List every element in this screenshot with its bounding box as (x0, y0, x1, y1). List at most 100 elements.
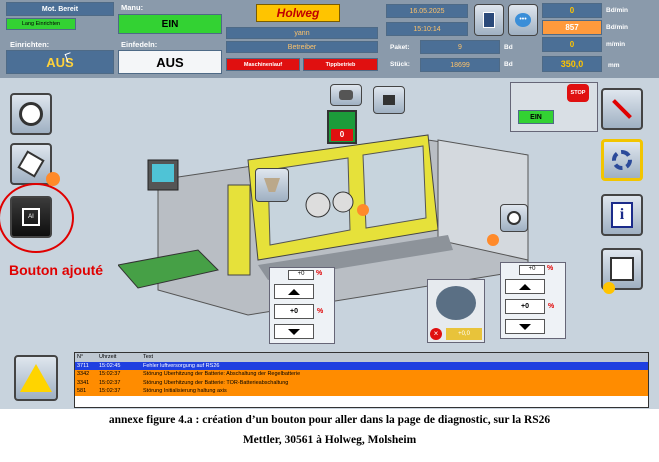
alarm-time: 15:02:37 (99, 371, 121, 378)
left-stepper-center-value: +0 (290, 308, 298, 315)
role-name: Betreiber (287, 43, 317, 51)
einrichten-label: Einrichten: (10, 40, 50, 49)
stueck-field: 18699 (420, 58, 500, 72)
clipboard-button[interactable] (474, 4, 504, 36)
lang-einrichten-label: Lang Einrichten (21, 21, 61, 27)
user-name: yann (294, 29, 310, 37)
date-field: 16.05.2025 (386, 4, 468, 18)
stueck-value: 18699 (450, 61, 470, 69)
highlight-circle (0, 183, 74, 253)
alarm-text: Störung Überhitzung der Batterie: TOR-Ba… (143, 379, 289, 386)
start-stop-switch[interactable]: 0 (327, 110, 357, 144)
flag-button[interactable] (373, 86, 405, 114)
role-field: Betreiber (226, 41, 378, 53)
motor-icon (339, 90, 353, 100)
down-arrow-icon (288, 328, 300, 335)
paket-unit: Bd (504, 44, 513, 51)
wrench-icon (17, 150, 45, 178)
caption-line-1: annexe figure 4.a : création d’un bouton… (108, 414, 551, 426)
alarm-text: Störung Überhitzung der Batterie: Abscha… (143, 371, 301, 378)
alarm-no: 3341 (77, 379, 90, 386)
right-stepper-down-button[interactable] (505, 319, 545, 334)
left-stepper-center[interactable]: +0 (274, 304, 314, 319)
up-arrow-icon (288, 288, 300, 295)
down-arrow-icon (519, 323, 531, 330)
rate1-field: 0 (542, 3, 602, 18)
motor-button[interactable] (330, 84, 362, 106)
dial-button[interactable] (500, 204, 528, 232)
alarm-no: 3711 (77, 362, 89, 369)
manu-label: Manu: (121, 3, 144, 12)
reel-icon (19, 102, 43, 126)
tippbetrieb-button[interactable]: Tippbetrieb (303, 58, 378, 71)
alarm-time: 15:02:37 (99, 379, 121, 386)
table-row[interactable]: 3711 15:02:45 Fehler luftversorgung auf … (75, 361, 648, 370)
info-button[interactable]: i (601, 194, 643, 236)
funnel-icon (264, 178, 280, 192)
alarm-header-no: N° (77, 354, 84, 361)
left-stepper-value: +0 (288, 270, 314, 280)
maschinenlauf-button[interactable]: Maschinenlauf (226, 58, 300, 71)
added-button-annotation: Bouton ajouté (9, 262, 104, 278)
time-field: 15:10:14 (386, 22, 468, 36)
clipboard-icon (483, 12, 495, 28)
alarm-button[interactable] (14, 355, 58, 401)
up-arrow-icon (519, 283, 531, 290)
einfedeln-value: AUS (156, 54, 184, 70)
chat-button[interactable]: ••• (508, 4, 538, 36)
chat-icon: ••• (515, 13, 531, 27)
left-stepper-up-button[interactable] (274, 284, 314, 299)
holweg-logo: Holweg (256, 4, 340, 22)
rate1-value: 0 (569, 6, 575, 15)
reel-button[interactable] (10, 93, 52, 135)
tools-button[interactable] (601, 88, 643, 130)
right-stepper-center[interactable]: +0 (505, 299, 545, 314)
table-row[interactable]: 3342 15:02:37 Störung Überhitzung der Ba… (75, 370, 648, 379)
rate3-field: 0 (542, 37, 602, 52)
red-value: 0 (331, 129, 353, 141)
table-row[interactable]: 581 15:02:37 Störung Initialisierung hal… (75, 387, 648, 396)
right-stepper-center-value: +0 (521, 303, 529, 310)
rate2-field: 857 (542, 20, 602, 35)
mot-bereit-label: Mot. Bereit (41, 5, 79, 13)
lock-badge-icon (603, 282, 615, 294)
mot-bereit-indicator: Mot. Bereit (6, 2, 114, 16)
right-stepper-up-button[interactable] (505, 279, 545, 294)
lang-einrichten-button[interactable]: Lang Einrichten (6, 18, 76, 30)
left-stepper-down-button[interactable] (274, 324, 314, 339)
alarm-no: 581 (77, 388, 87, 395)
rate2-value: 857 (565, 23, 579, 32)
alarm-time: 15:02:37 (99, 388, 121, 395)
right-stepper: +0 % +0 % (500, 262, 566, 339)
table-row[interactable]: 3341 15:02:37 Störung Überhitzung der Ba… (75, 378, 648, 387)
manu-button[interactable]: EIN (118, 14, 222, 34)
alarm-header-text: Text (143, 354, 154, 361)
settings-button[interactable] (601, 139, 643, 181)
info-icon: i (611, 202, 633, 228)
stueck-label: Stück: (390, 61, 410, 68)
einfedeln-button[interactable]: AUS (118, 50, 222, 74)
paket-field: 9 (420, 40, 500, 54)
valve-panel[interactable]: × +0,0 (427, 279, 485, 343)
funnel-button[interactable] (255, 168, 289, 202)
ein-button[interactable]: EIN (518, 110, 554, 124)
date-value: 16.05.2025 (409, 7, 445, 15)
close-icon: × (430, 328, 442, 340)
stueck-unit: Bd (504, 61, 513, 68)
caption-line-2: Mettler, 30561 à Holweg, Molsheim (242, 434, 417, 446)
left-stepper-unit: % (316, 270, 323, 277)
flag-icon (383, 95, 395, 105)
alarm-header-time: Uhrzeit (99, 354, 117, 361)
alarm-time: 15:02:45 (99, 362, 121, 369)
manu-value: EIN (161, 18, 179, 30)
paket-label: Paket: (390, 44, 410, 51)
alarm-table: N° Uhrzeit Text 3711 15:02:45 Fehler luf… (74, 352, 649, 408)
sliders-icon (610, 257, 634, 281)
maschinenlauf-label: Maschinenlauf (243, 61, 283, 68)
brand-text: Holweg (276, 6, 320, 20)
rate1-unit: Bd/min (606, 7, 629, 14)
einfedeln-label: Einfedeln: (121, 40, 158, 49)
length-field[interactable]: 350,0 (542, 56, 602, 72)
alarm-text: Störung Initialisierung haltung axis (143, 388, 227, 395)
einrichten-button[interactable]: AUS (6, 50, 114, 74)
